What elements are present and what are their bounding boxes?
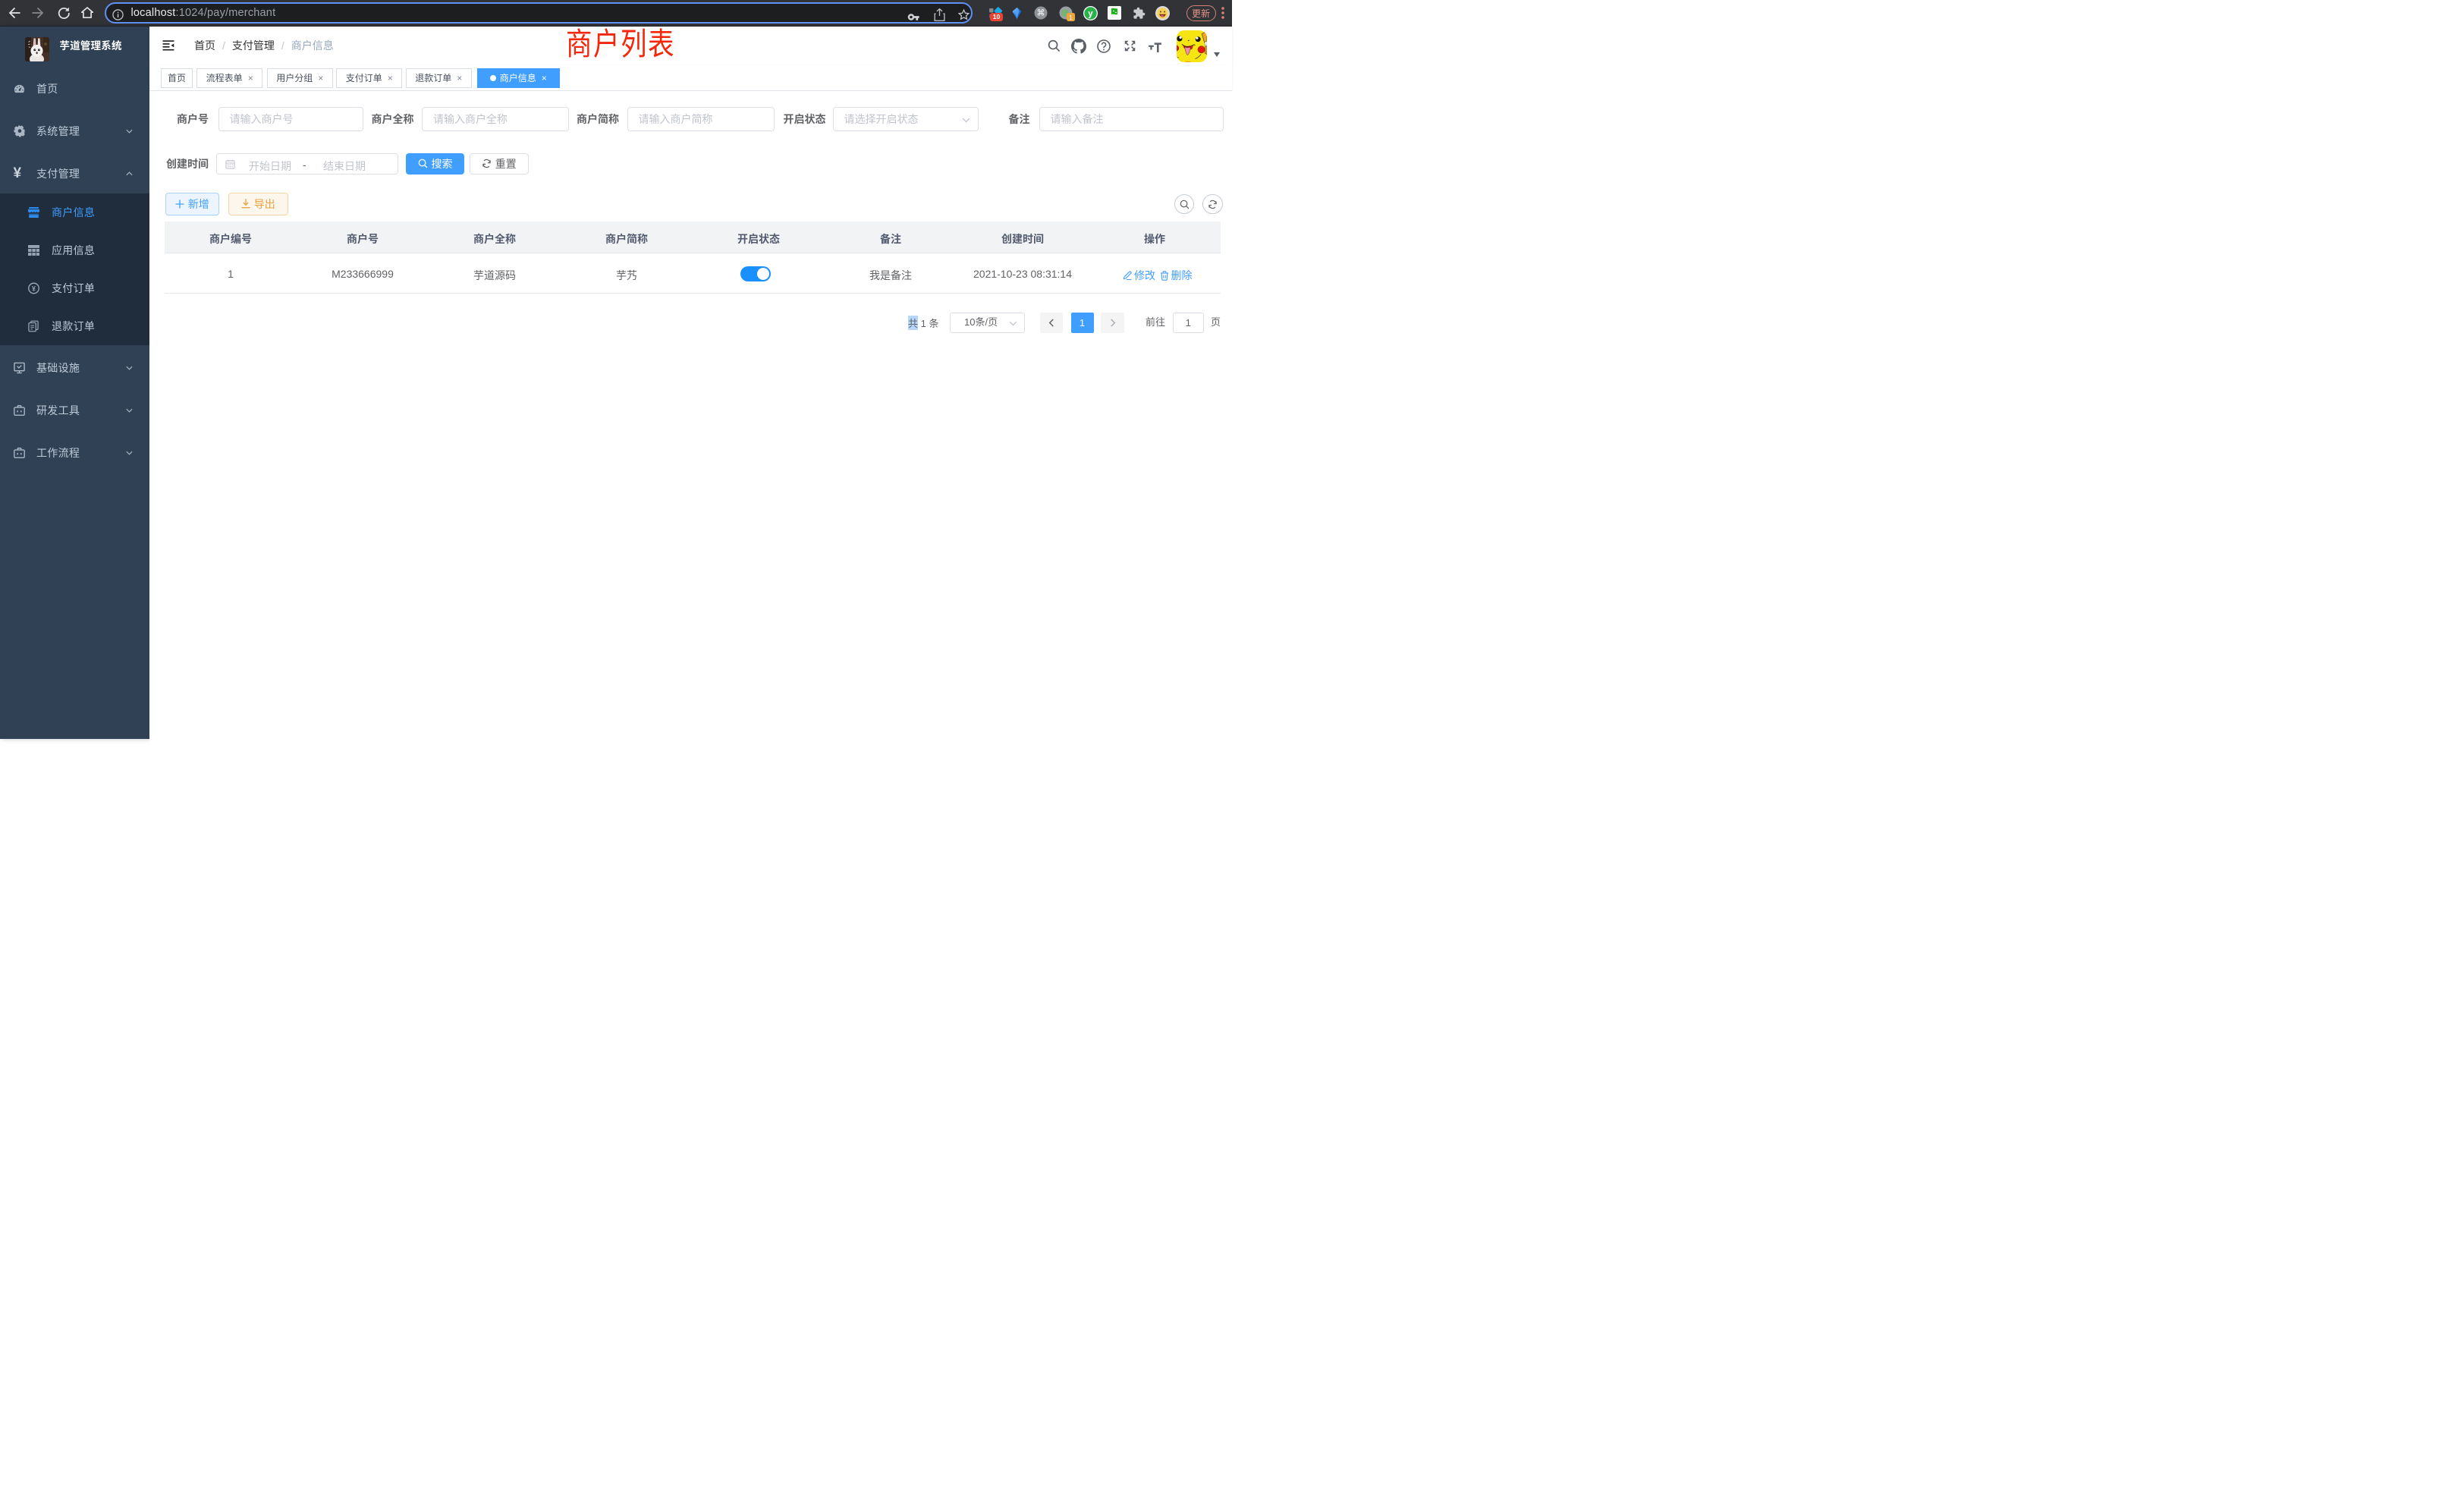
svg-text:⌘: ⌘ — [1037, 9, 1045, 18]
svg-text:y: y — [1088, 9, 1093, 18]
svg-text:¥: ¥ — [32, 284, 36, 292]
